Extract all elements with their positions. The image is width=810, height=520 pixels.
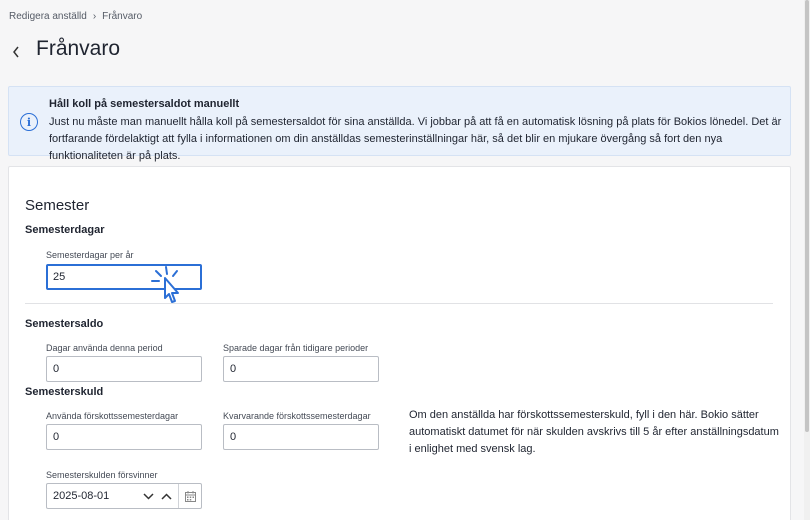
breadcrumb: Redigera anställd › Frånvaro (9, 11, 142, 22)
advance-used-value: 0 (53, 431, 60, 443)
breadcrumb-parent-link[interactable]: Redigera anställd (9, 11, 87, 22)
vacation-debt-note: Om den anställda har förskottssemestersk… (409, 409, 779, 455)
section-divider (25, 303, 773, 304)
info-banner: i Håll koll på semestersaldot manuellt J… (8, 86, 791, 162)
scrollbar-thumb[interactable] (805, 0, 809, 432)
days-used-input[interactable]: 0 (46, 356, 202, 382)
breadcrumb-current: Frånvaro (102, 11, 143, 22)
label-advance-used: Använda förskottssemesterdagar (46, 411, 179, 421)
chevron-down-icon[interactable] (139, 484, 157, 508)
subheading-vacation-balance: Semestersaldo (25, 318, 104, 330)
info-banner-text: Just nu måste man manuellt hålla koll på… (49, 116, 782, 162)
saved-days-value: 0 (230, 363, 237, 375)
debt-expires-date-input[interactable]: 2025-08-01 (46, 483, 202, 509)
days-used-value: 0 (53, 363, 60, 375)
label-days-used: Dagar använda denna period (46, 343, 163, 353)
info-banner-title: Håll koll på semestersaldot manuellt (49, 98, 240, 110)
scrollbar-track[interactable] (804, 0, 810, 520)
advance-remaining-value: 0 (230, 431, 237, 443)
days-per-year-value: 25 (53, 271, 66, 283)
chevron-left-icon (13, 46, 19, 58)
info-icon: i (20, 113, 38, 131)
advance-remaining-input[interactable]: 0 (223, 424, 379, 450)
label-advance-remaining: Kvarvarande förskottssemesterdagar (223, 411, 371, 421)
label-saved-days: Sparade dagar från tidigare perioder (223, 343, 369, 353)
debt-expires-value: 2025-08-01 (53, 490, 110, 502)
section-title-vacation: Semester (25, 197, 90, 214)
advance-used-input[interactable]: 0 (46, 424, 202, 450)
label-days-per-year: Semesterdagar per år (46, 250, 134, 260)
breadcrumb-separator: › (92, 11, 97, 22)
label-debt-expires: Semesterskulden försvinner (46, 470, 158, 480)
calendar-icon[interactable] (179, 484, 201, 508)
subheading-vacation-days: Semesterdagar (25, 224, 105, 236)
subheading-vacation-debt: Semesterskuld (25, 386, 104, 398)
saved-days-input[interactable]: 0 (223, 356, 379, 382)
chevron-up-icon[interactable] (157, 484, 175, 508)
back-button[interactable] (8, 44, 24, 60)
page-title: Frånvaro (36, 37, 121, 60)
